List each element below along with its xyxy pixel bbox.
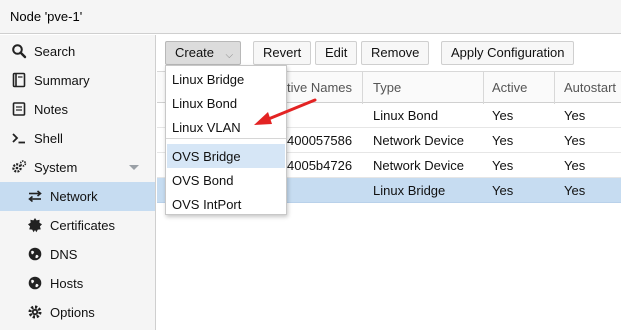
menu-item-ovs-bridge[interactable]: OVS Bridge (167, 144, 285, 168)
sidebar-item-shell[interactable]: Shell (0, 124, 155, 153)
sidebar-item-label: Search (34, 44, 76, 59)
menu-item-ovs-intport[interactable]: OVS IntPort (167, 192, 285, 216)
sidebar-item-notes[interactable]: Notes (0, 95, 155, 124)
note-icon (11, 101, 27, 117)
column-header-autostart[interactable]: Autostart (564, 80, 616, 95)
sidebar-item-label: Hosts (50, 276, 84, 291)
book-icon (11, 72, 27, 88)
certificate-icon (27, 217, 43, 233)
edit-button[interactable]: Edit (315, 41, 358, 65)
menu-item-linux-bridge[interactable]: Linux Bridge (167, 67, 285, 91)
gear-icon (27, 304, 43, 320)
page-title: Node 'pve-1' (10, 9, 83, 24)
annotation-arrow-icon (254, 98, 317, 125)
cogs-icon (11, 159, 27, 175)
menu-item-label: Linux VLAN (172, 120, 241, 135)
cell-type: Linux Bond (373, 108, 439, 123)
apply-configuration-button[interactable]: Apply Configuration (441, 41, 575, 65)
sidebar-item-system[interactable]: System (0, 153, 155, 182)
sidebar-item-label: Certificates (50, 218, 116, 233)
sidebar-item-search[interactable]: Search (0, 37, 155, 66)
cell-type: Network Device (373, 133, 465, 148)
sidebar-item-summary[interactable]: Summary (0, 66, 155, 95)
menu-item-label: Linux Bond (172, 96, 238, 111)
sidebar-item-dns[interactable]: DNS (0, 240, 155, 269)
create-button[interactable]: Create ⌵ (165, 41, 242, 65)
sidebar-item-label: System (34, 160, 78, 175)
sidebar-item-label: Network (50, 189, 98, 204)
menu-item-ovs-bond[interactable]: OVS Bond (167, 168, 285, 192)
cell-names: 400057586 (287, 133, 353, 148)
column-header-active[interactable]: Active (492, 80, 527, 95)
cell-active: Yes (492, 108, 514, 123)
remove-button[interactable]: Remove (361, 41, 430, 65)
cell-autostart: Yes (564, 108, 586, 123)
cell-type: Linux Bridge (373, 183, 446, 198)
cell-autostart: Yes (564, 158, 586, 173)
revert-button[interactable]: Revert (253, 41, 312, 65)
sidebar-item-label: Notes (34, 102, 68, 117)
cell-active: Yes (492, 133, 514, 148)
column-header-type[interactable]: Type (373, 80, 401, 95)
cell-autostart: Yes (564, 183, 586, 198)
cell-active: Yes (492, 158, 514, 173)
sidebar-item-label: Shell (34, 131, 63, 146)
menu-item-label: OVS IntPort (172, 197, 242, 212)
sidebar: Search Summary Notes Shell System Networ… (0, 35, 156, 330)
cell-autostart: Yes (564, 133, 586, 148)
cell-active: Yes (492, 183, 514, 198)
search-icon (11, 43, 27, 59)
terminal-icon (11, 130, 27, 146)
sidebar-item-label: DNS (50, 247, 78, 262)
sidebar-item-label: Options (50, 305, 95, 320)
chevron-down-icon[interactable] (129, 165, 139, 170)
globe-icon (27, 275, 43, 291)
sidebar-item-network[interactable]: Network (0, 182, 155, 211)
create-label: Create (175, 45, 215, 60)
column-separator (554, 72, 555, 104)
sidebar-item-options[interactable]: Options (0, 298, 155, 327)
menu-separator (166, 138, 286, 139)
column-header-names[interactable]: tive Names (287, 80, 352, 95)
cell-type: Network Device (373, 158, 465, 173)
menu-item-label: OVS Bridge (172, 149, 241, 164)
menu-item-label: Linux Bridge (172, 72, 245, 87)
sidebar-item-certificates[interactable]: Certificates (0, 211, 155, 240)
panel-header: Node 'pve-1' (0, 0, 621, 34)
column-separator (483, 72, 484, 104)
menu-item-label: OVS Bond (172, 173, 234, 188)
column-separator (362, 72, 363, 104)
chevron-down-icon: ⌵ (225, 50, 234, 61)
sidebar-item-label: Summary (34, 73, 90, 88)
create-menu: Linux Bridge Linux Bond Linux VLAN OVS B… (165, 65, 287, 215)
sidebar-item-hosts[interactable]: Hosts (0, 269, 155, 298)
exchange-icon (27, 188, 43, 204)
globe-icon (27, 246, 43, 262)
cell-names: 4005b4726 (287, 158, 353, 173)
